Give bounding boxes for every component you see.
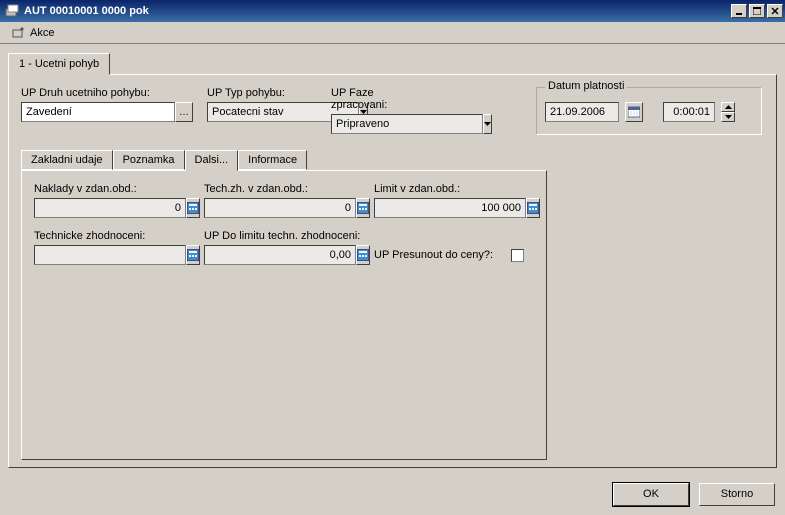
datum-platnosti-legend: Datum platnosti [545,80,627,92]
subtab-zakladni-label: Zakladni udaje [31,154,103,166]
technicke-calc-button[interactable] [186,245,200,265]
menu-akce[interactable]: Akce [4,24,62,42]
subtab-informace[interactable]: Informace [238,150,307,170]
techzh-input[interactable] [204,198,356,218]
calendar-button[interactable] [625,102,643,122]
ok-button[interactable]: OK [613,483,689,506]
technicke-input[interactable] [34,245,186,265]
label-presunout: UP Presunout do ceny?: [374,249,493,261]
label-typ: UP Typ pohybu: [207,87,317,99]
label-technicke: Technicke zhodnoceni: [34,230,194,242]
datum-platnosti-group: Datum platnosti [536,87,762,135]
storno-button[interactable]: Storno [699,483,775,506]
tab-ucetni-pohyb[interactable]: 1 - Ucetni pohyb [8,53,110,75]
tab-ucetni-pohyb-label: 1 - Ucetni pohyb [19,58,99,70]
time-spin-up[interactable] [721,102,735,112]
window-title: AUT 00010001 0000 pok [24,5,731,17]
storno-button-label: Storno [721,488,753,500]
client-area: 1 - Ucetni pohyb UP Druh ucetniho pohybu… [0,44,785,474]
label-techzh: Tech.zh. v zdan.obd.: [204,183,364,195]
dolimitu-calc-button[interactable] [356,245,370,265]
subtab-dalsi[interactable]: Dalsi... [185,150,239,171]
title-bar: AUT 00010001 0000 pok [0,0,785,22]
techzh-calc-button[interactable] [356,198,370,218]
naklady-input[interactable] [34,198,186,218]
tab-body: UP Druh ucetniho pohybu: … UP Typ pohybu… [8,74,777,468]
subtab-informace-label: Informace [248,154,297,166]
action-icon [12,26,26,40]
label-limit: Limit v zdan.obd.: [374,183,524,195]
close-button[interactable] [767,4,783,18]
date-input[interactable] [545,102,619,122]
subtab-body: Naklady v zdan.obd.: Tech.zh. v zdan.obd… [21,170,547,460]
menu-bar: Akce [0,22,785,44]
subtab-poznamka-label: Poznamka [123,154,175,166]
label-naklady: Naklady v zdan.obd.: [34,183,194,195]
minimize-button[interactable] [731,4,747,18]
subtab-poznamka[interactable]: Poznamka [113,150,185,170]
label-faze: UP Faze zpracovani: [331,87,427,111]
ok-button-label: OK [643,488,659,500]
label-dolimitu: UP Do limitu techn. zhodnoceni: [204,230,364,242]
subtab-zakladni[interactable]: Zakladni udaje [21,150,113,170]
druh-ellipsis-button[interactable]: … [175,102,193,122]
limit-calc-button[interactable] [526,198,540,218]
menu-akce-label: Akce [30,27,54,39]
subtab-dalsi-label: Dalsi... [195,154,229,166]
footer: OK Storno [0,474,785,514]
dolimitu-input[interactable] [204,245,356,265]
app-icon [4,3,20,19]
naklady-calc-button[interactable] [186,198,200,218]
druh-input[interactable] [21,102,175,122]
faze-dropdown-button[interactable] [483,114,492,134]
time-spin-down[interactable] [721,112,735,122]
limit-input[interactable] [374,198,526,218]
label-druh: UP Druh ucetniho pohybu: [21,87,193,99]
maximize-button[interactable] [749,4,765,18]
time-input[interactable] [663,102,715,122]
presunout-checkbox[interactable] [511,249,524,262]
faze-select[interactable] [331,114,483,134]
